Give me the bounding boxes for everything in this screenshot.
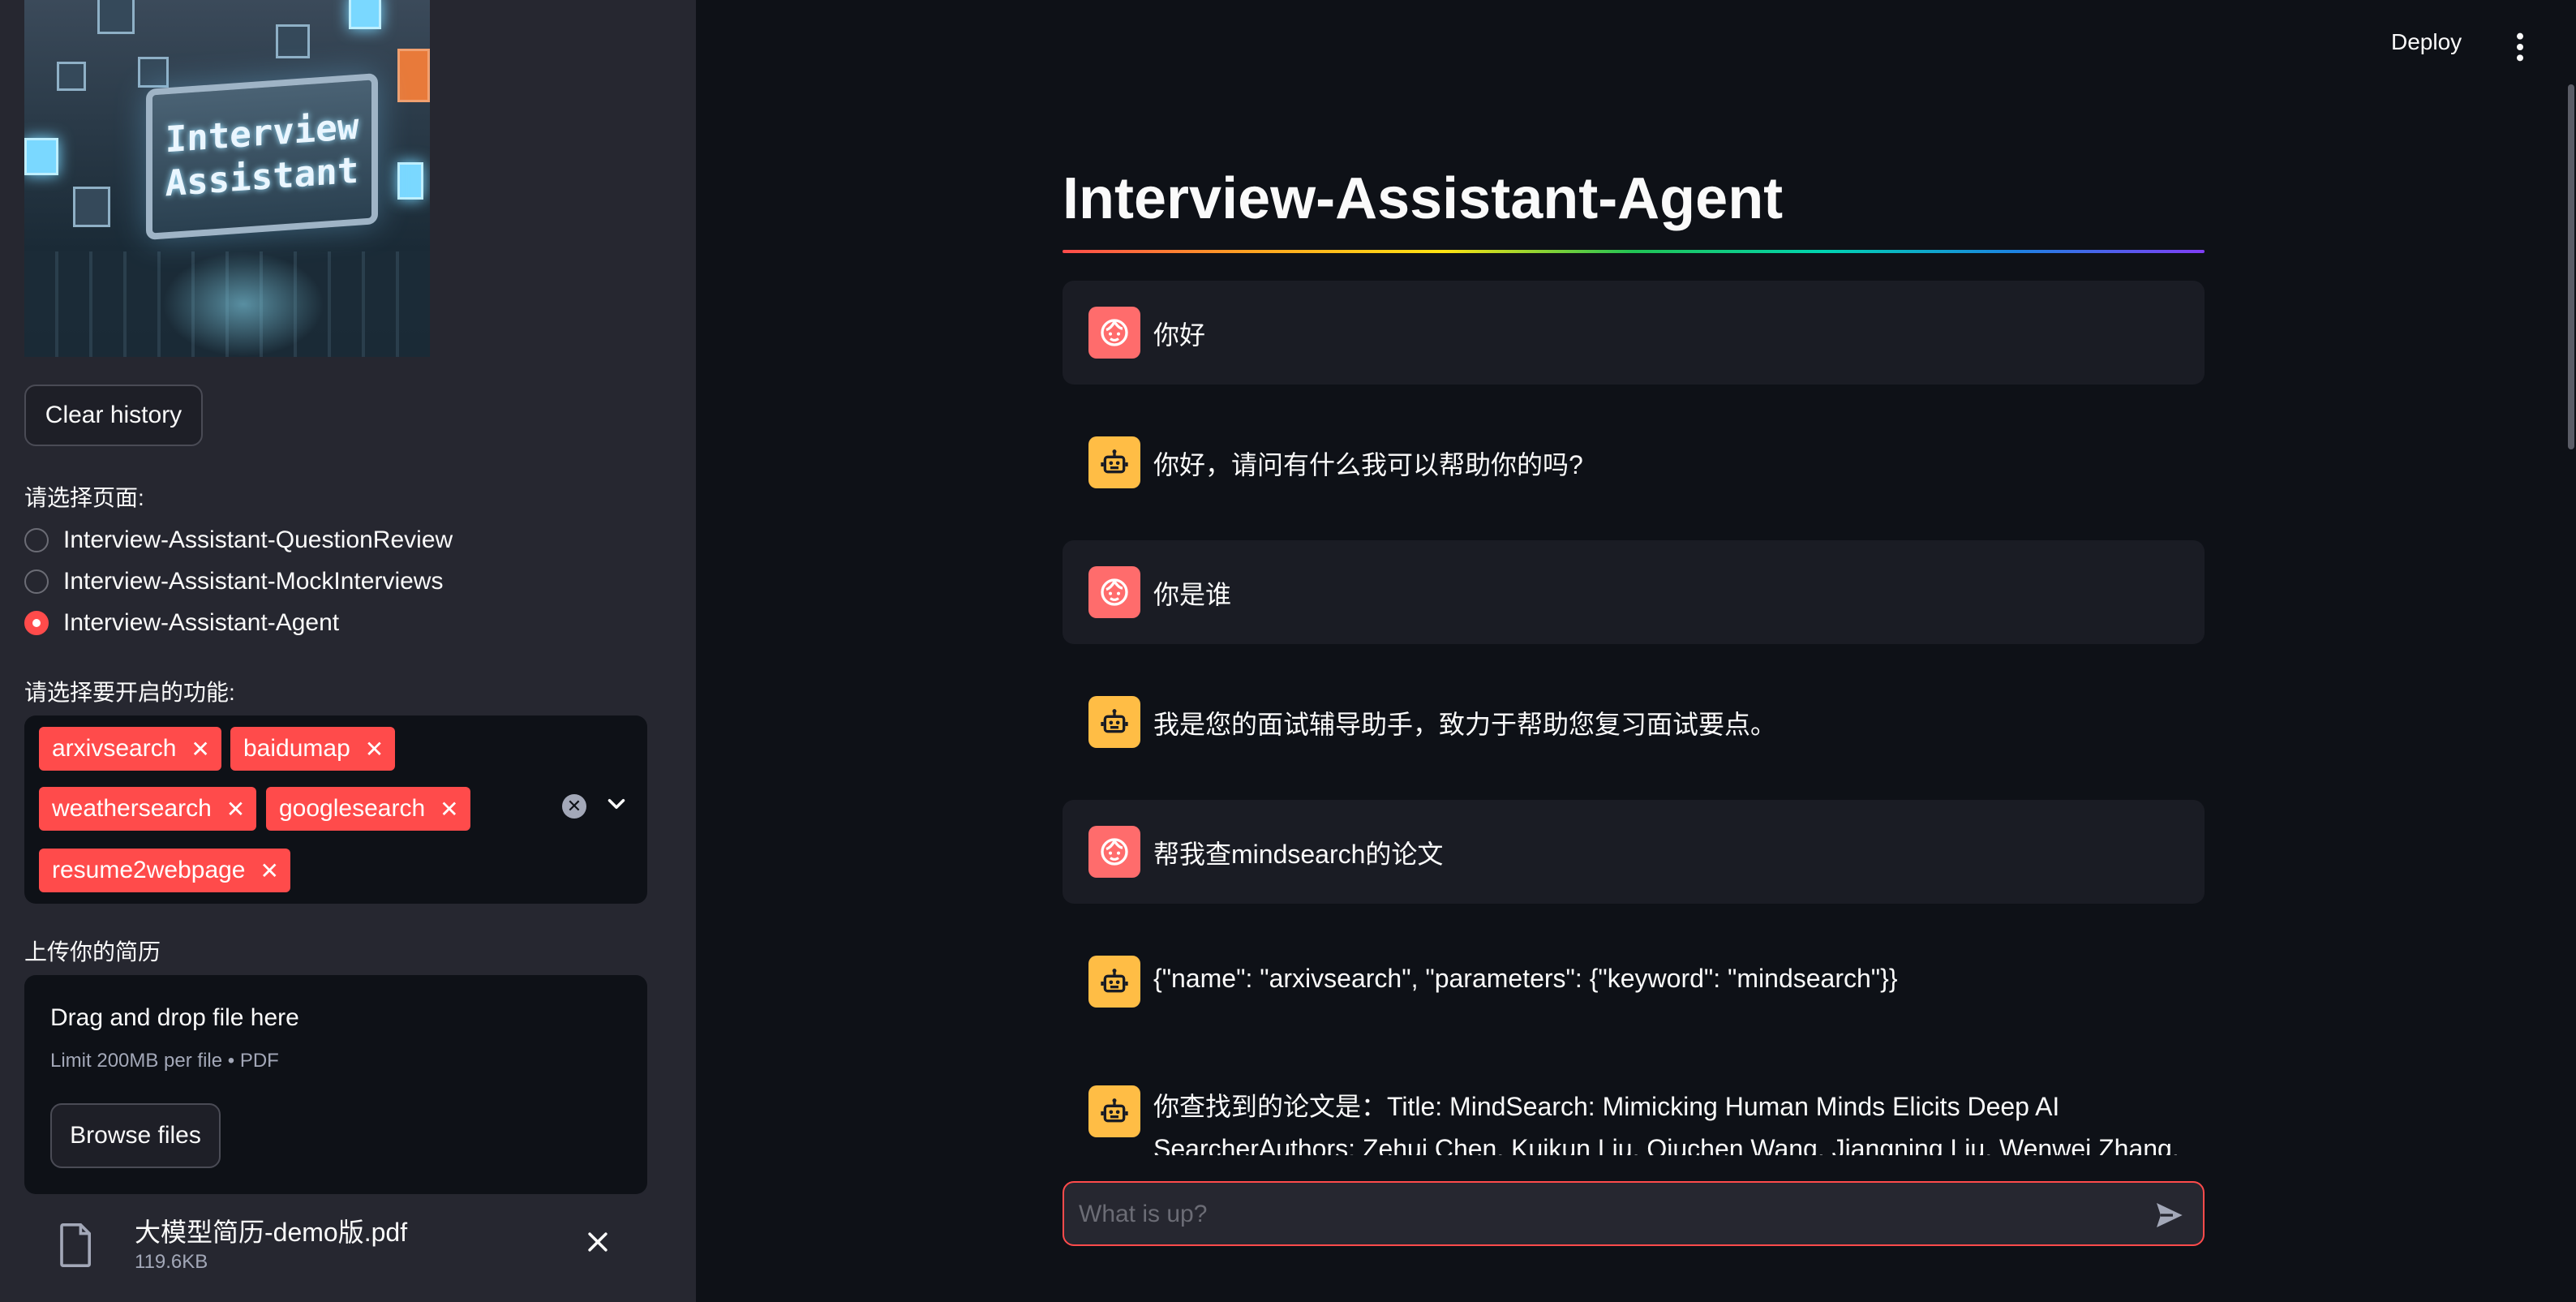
remove-file-icon[interactable] [584,1228,612,1256]
radio-label: Interview-Assistant-Agent [63,609,340,636]
user-avatar-icon [1088,307,1140,359]
user-avatar-icon [1088,826,1140,878]
uploaded-file-item: 大模型简历-demo版.pdf 119.6KB [24,1202,647,1283]
chat-message-assistant: 你好，请问有什么我可以帮助你的吗? [1063,410,2205,514]
title-divider [1063,250,2205,253]
chat-message-assistant: 我是您的面试辅导助手，致力于帮助您复习面试要点。 [1063,670,2205,774]
assistant-avatar-icon [1088,436,1140,488]
chat-message-assistant: 你查找到的论文是：Title: MindSearch: Mimicking Hu… [1063,1055,2205,1155]
feature-tag-label: baidumap [243,735,350,762]
send-icon[interactable] [2153,1199,2185,1231]
deploy-button[interactable]: Deploy [2391,29,2462,55]
message-text: 帮我查mindsearch的论文 [1153,840,1444,869]
chat-input[interactable] [1077,1191,2135,1238]
message-text: 你查找到的论文是：Title: MindSearch: Mimicking Hu… [1153,1092,2179,1155]
feature-tag-label: arxivsearch [52,735,177,762]
message-text: 你好，请问有什么我可以帮助你的吗? [1153,450,1583,479]
chat-message-user: 帮我查mindsearch的论文 [1063,800,2205,904]
assistant-avatar-icon [1088,696,1140,748]
assistant-avatar-icon [1088,1085,1140,1137]
scrollbar[interactable] [2568,84,2574,449]
app-logo-image: Interview Assistant [24,0,430,357]
clear-history-button[interactable]: Clear history [24,385,203,446]
radio-option-agent[interactable]: Interview-Assistant-Agent [24,607,339,639]
feature-tag-label: weathersearch [52,795,212,822]
message-text: 你好 [1153,320,1206,350]
chat-message-user: 你好 [1063,281,2205,385]
features-multiselect[interactable]: arxivsearch ✕ baidumap ✕ weathersearch ✕… [24,715,647,904]
message-text: 你是谁 [1153,580,1232,609]
features-label: 请选择要开启的功能: [24,680,235,705]
chat-message-assistant: {"name": "arxivsearch", "parameters": {"… [1063,930,2205,1033]
browse-files-button[interactable]: Browse files [50,1103,221,1168]
radio-button-selected[interactable] [24,611,49,635]
file-name: 大模型简历-demo版.pdf [135,1218,408,1247]
file-icon [60,1223,91,1267]
radio-option-mock-interviews[interactable]: Interview-Assistant-MockInterviews [24,565,443,598]
radio-label: Interview-Assistant-MockInterviews [63,568,444,595]
main-menu-icon[interactable] [2509,31,2531,63]
feature-tag-label: resume2webpage [52,857,246,883]
radio-button[interactable] [24,528,49,552]
message-text: 我是您的面试辅导助手，致力于帮助您复习面试要点。 [1153,710,1777,739]
clear-all-icon[interactable]: ✕ [562,794,586,819]
feature-tag: weathersearch ✕ [39,787,257,831]
feature-tag-label: googlesearch [279,795,426,822]
sidebar: Interview Assistant Clear history 请选择页面:… [0,0,696,1302]
feature-tag: baidumap ✕ [230,727,396,771]
remove-tag-icon[interactable]: ✕ [440,796,458,823]
dropzone-title: Drag and drop file here [50,1004,299,1031]
remove-tag-icon[interactable]: ✕ [365,736,384,763]
message-text: {"name": "arxivsearch", "parameters": {"… [1153,964,1898,993]
file-uploader-dropzone[interactable]: Drag and drop file here Limit 200MB per … [24,975,647,1194]
chevron-down-icon[interactable] [603,790,630,818]
user-avatar-icon [1088,566,1140,618]
dropzone-limit: Limit 200MB per file • PDF [50,1050,279,1072]
feature-tag: googlesearch ✕ [266,787,470,831]
page-title: Interview-Assistant-Agent [1063,166,1784,231]
remove-tag-icon[interactable]: ✕ [260,857,279,884]
remove-tag-icon[interactable]: ✕ [226,796,245,823]
radio-label: Interview-Assistant-QuestionReview [63,526,453,553]
feature-tag: resume2webpage ✕ [39,849,290,892]
feature-tag: arxivsearch ✕ [39,727,221,771]
radio-option-question-review[interactable]: Interview-Assistant-QuestionReview [24,524,453,556]
remove-tag-icon[interactable]: ✕ [191,736,209,763]
page-select-label: 请选择页面: [24,485,144,510]
radio-button[interactable] [24,569,49,594]
assistant-avatar-icon [1088,956,1140,1008]
chat-input-container[interactable] [1063,1181,2205,1246]
upload-label: 上传你的简历 [24,939,161,965]
chat-message-user: 你是谁 [1063,540,2205,644]
file-size: 119.6KB [135,1251,208,1273]
